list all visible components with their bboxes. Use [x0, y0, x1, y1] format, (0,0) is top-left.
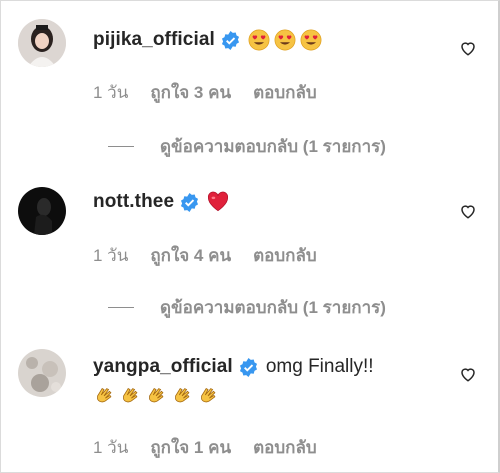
view-replies-link[interactable]: ดูข้อความตอบกลับ (1 รายการ) — [108, 133, 386, 160]
reply-button[interactable]: ตอบกลับ — [253, 242, 317, 269]
like-heart-icon[interactable] — [459, 365, 477, 383]
clapping-hands-emoji — [93, 384, 115, 406]
clapping-hands-emoji — [171, 384, 193, 406]
like-heart-icon[interactable] — [459, 202, 477, 220]
avatar[interactable] — [18, 349, 66, 397]
clapping-hands-emoji — [197, 384, 219, 406]
username[interactable]: yangpa_official — [93, 354, 233, 380]
comments-panel: pijika_official 1 วัน ถูกใจ 3 คน ตอบกลับ… — [0, 0, 500, 473]
reply-button[interactable]: ตอบกลับ — [253, 79, 317, 106]
like-heart-icon[interactable] — [459, 39, 477, 57]
view-replies-link[interactable]: ดูข้อความตอบกลับ (1 รายการ) — [108, 294, 386, 321]
likes-count[interactable]: ถูกใจ 3 คน — [150, 79, 231, 106]
clapping-hands-emoji — [119, 384, 141, 406]
comment-line: nott.thee — [93, 189, 233, 215]
avatar[interactable] — [18, 187, 66, 235]
reply-button[interactable]: ตอบกลับ — [253, 434, 317, 461]
heart-eyes-emoji — [300, 29, 322, 51]
verified-badge-icon — [221, 30, 240, 50]
divider-dash — [108, 307, 134, 308]
comment-emoji-line — [93, 384, 223, 406]
comment-text: omg Finally!! — [265, 356, 374, 377]
timestamp: 1 วัน — [93, 438, 129, 457]
clapping-hands-emoji — [145, 384, 167, 406]
comment-meta: 1 วัน ถูกใจ 4 คน ตอบกลับ — [93, 242, 317, 269]
view-replies-label: ดูข้อความตอบกลับ (1 รายการ) — [160, 298, 386, 317]
comment-meta: 1 วัน ถูกใจ 3 คน ตอบกลับ — [93, 79, 317, 106]
heart-eyes-emoji — [248, 29, 270, 51]
timestamp: 1 วัน — [93, 246, 129, 265]
likes-count[interactable]: ถูกใจ 1 คน — [150, 434, 231, 461]
comment-line: pijika_official — [93, 27, 326, 53]
divider-dash — [108, 146, 134, 147]
username[interactable]: nott.thee — [93, 189, 174, 215]
comment-line: yangpa_official omg Finally!! — [93, 354, 374, 380]
view-replies-label: ดูข้อความตอบกลับ (1 รายการ) — [160, 137, 386, 156]
red-heart-emoji — [207, 191, 229, 213]
comment-meta: 1 วัน ถูกใจ 1 คน ตอบกลับ — [93, 434, 317, 461]
likes-count[interactable]: ถูกใจ 4 คน — [150, 242, 231, 269]
avatar[interactable] — [18, 19, 66, 67]
heart-eyes-emoji — [274, 29, 296, 51]
verified-badge-icon — [239, 357, 258, 377]
verified-badge-icon — [180, 192, 199, 212]
timestamp: 1 วัน — [93, 83, 129, 102]
username[interactable]: pijika_official — [93, 27, 215, 53]
